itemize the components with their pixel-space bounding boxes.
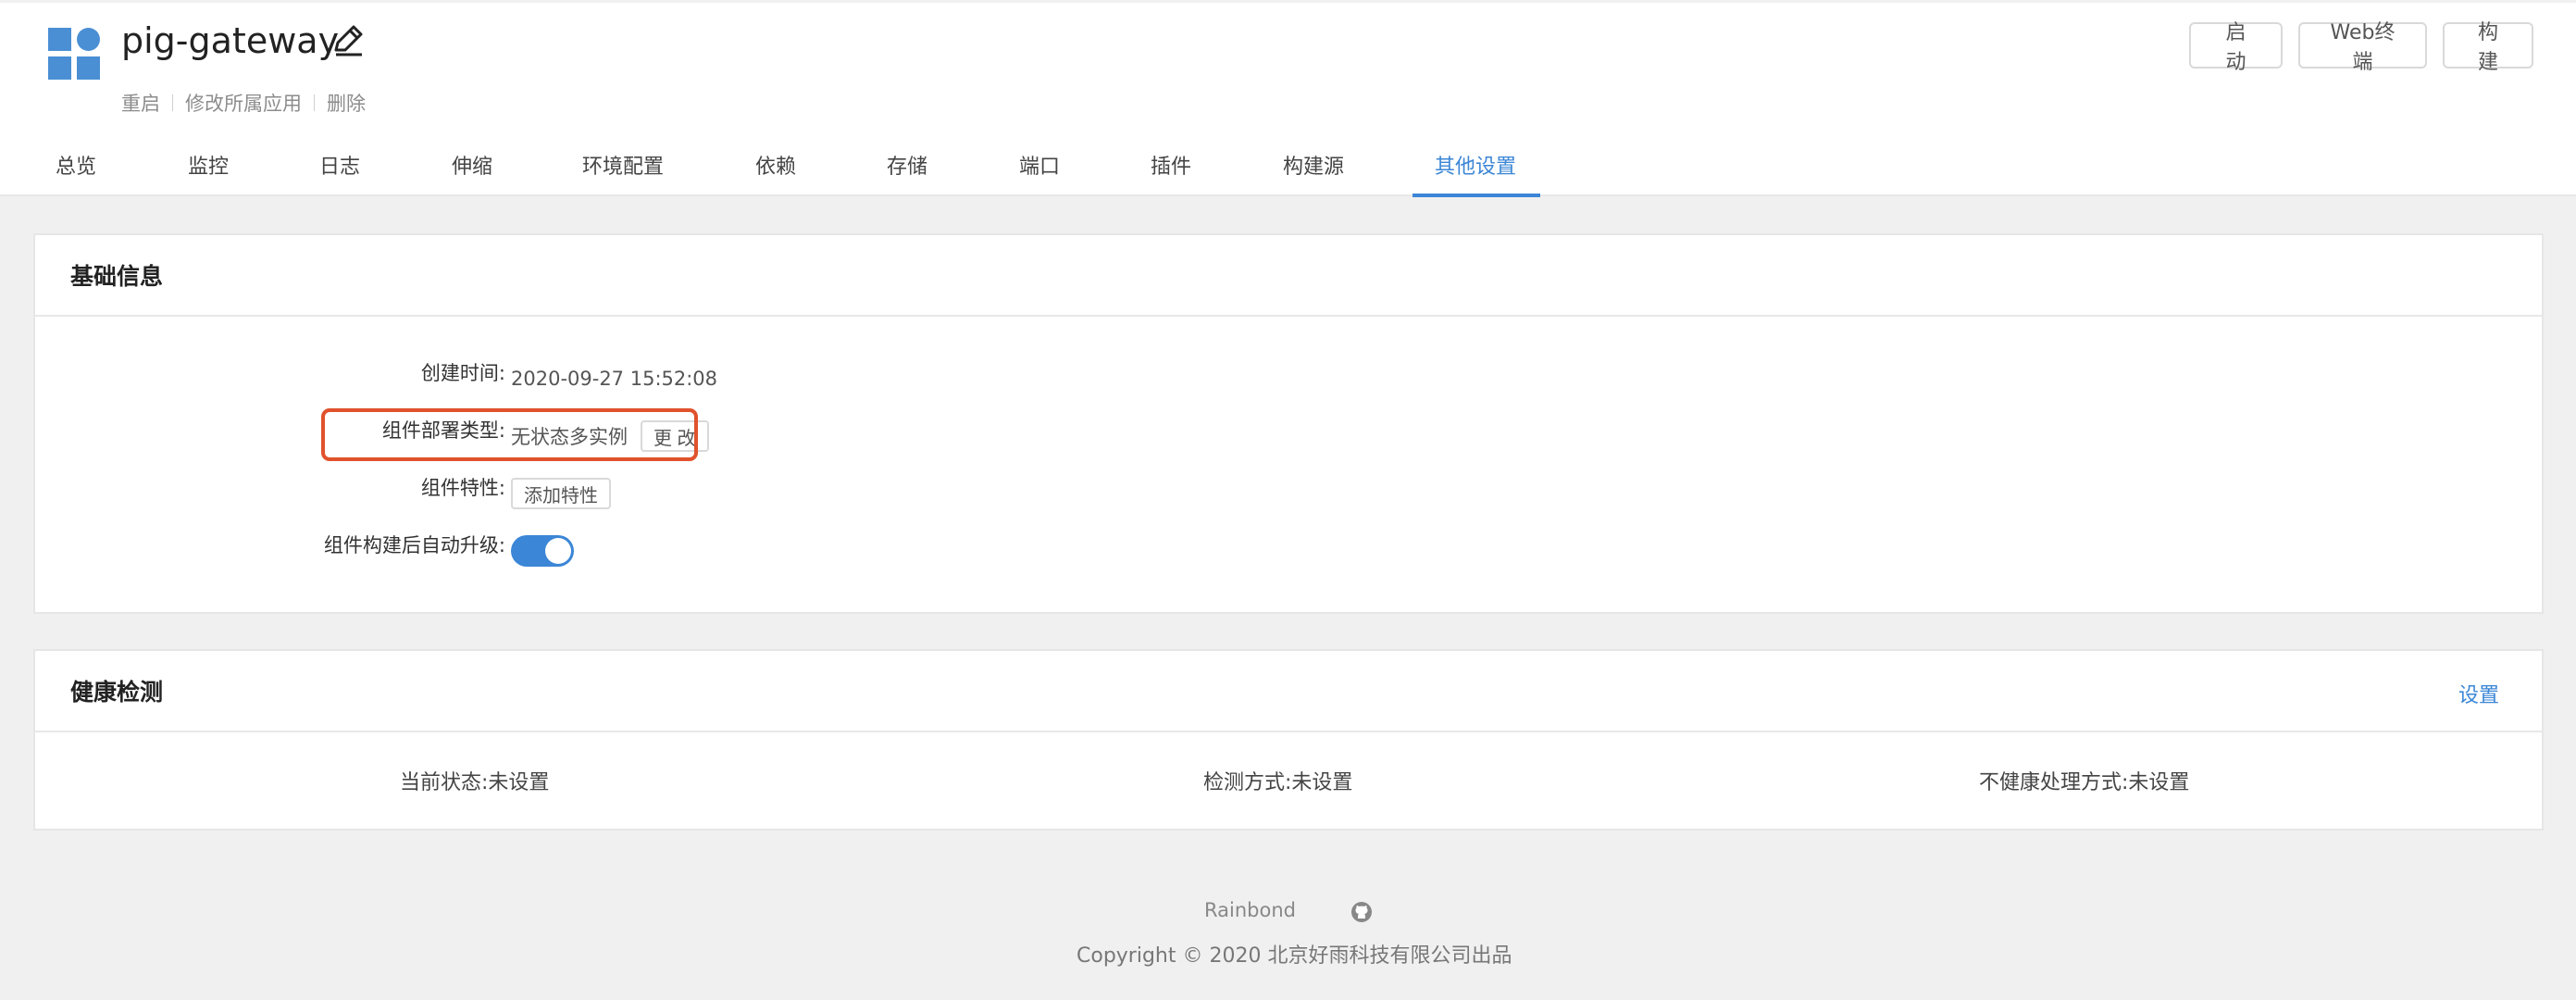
tab-scaling[interactable]: 伸缩 — [452, 150, 492, 196]
created-time-row: 创建时间: 2020-09-27 15:52:08 — [35, 358, 717, 399]
app-logo-icon — [48, 28, 100, 80]
app-title: pig-gateway — [121, 20, 340, 61]
tab-plugins[interactable]: 插件 — [1151, 150, 1191, 196]
build-button[interactable]: 构 建 — [2443, 21, 2533, 74]
health-check-title: 健康检测 — [35, 651, 2542, 732]
created-time-value: 2020-09-27 15:52:08 — [511, 368, 718, 390]
github-icon[interactable] — [1350, 901, 1373, 923]
health-current-status: 当前状态:未设置 — [400, 771, 550, 794]
health-settings-link[interactable]: 设置 — [2458, 679, 2499, 708]
tab-monitor[interactable]: 监控 — [188, 150, 229, 196]
health-check-method: 检测方式:未设置 — [1203, 771, 1353, 794]
divider — [314, 94, 315, 111]
auto-upgrade-label: 组件构建后自动升级: — [323, 534, 505, 556]
tab-overview[interactable]: 总览 — [56, 150, 96, 196]
deploy-type-highlight — [321, 408, 698, 461]
tab-bar: 总览 监控 日志 伸缩 环境配置 依赖 存储 端口 插件 构建源 其他设置 — [0, 150, 1759, 197]
tab-logs[interactable]: 日志 — [319, 150, 360, 196]
tab-dependencies[interactable]: 依赖 — [755, 150, 796, 196]
edit-icon[interactable] — [329, 20, 367, 59]
tab-storage[interactable]: 存储 — [887, 150, 927, 196]
active-tab-indicator — [1412, 194, 1540, 197]
divider — [172, 94, 173, 111]
tab-env-config[interactable]: 环境配置 — [582, 150, 664, 196]
feature-row: 组件特性: 添加特性 — [35, 473, 611, 514]
health-check-card: 健康检测 设置 当前状态:未设置 检测方式:未设置 不健康处理方式:未设置 — [33, 649, 2544, 831]
feature-label: 组件特性: — [420, 477, 505, 499]
created-time-label: 创建时间: — [420, 362, 505, 384]
auto-upgrade-row: 组件构建后自动升级: — [35, 531, 574, 571]
change-app-link[interactable]: 修改所属应用 — [185, 89, 302, 117]
sub-actions: 重启 修改所属应用 删除 — [121, 89, 366, 117]
app-header: pig-gateway 重启 修改所属应用 删除 启 动 Web终端 构 建 总… — [0, 0, 2576, 197]
tab-ports[interactable]: 端口 — [1019, 150, 1060, 196]
restart-link[interactable]: 重启 — [121, 89, 160, 117]
header-actions: 启 动 Web终端 构 建 — [2189, 21, 2533, 74]
add-feature-button[interactable]: 添加特性 — [511, 478, 611, 509]
basic-info-title: 基础信息 — [35, 235, 2542, 317]
tab-other-settings[interactable]: 其他设置 — [1435, 150, 1516, 196]
header-top-edge — [0, 0, 2576, 3]
web-terminal-button[interactable]: Web终端 — [2298, 21, 2427, 74]
start-button[interactable]: 启 动 — [2189, 21, 2283, 74]
health-unhealthy-handling: 不健康处理方式:未设置 — [1979, 771, 2190, 794]
tab-build-source[interactable]: 构建源 — [1283, 150, 1344, 196]
footer-copyright: Copyright © 2020 北京好雨科技有限公司出品 — [1076, 944, 1512, 968]
footer-brand[interactable]: Rainbond — [1204, 899, 1296, 921]
delete-link[interactable]: 删除 — [327, 89, 366, 117]
auto-upgrade-toggle[interactable] — [511, 535, 574, 567]
